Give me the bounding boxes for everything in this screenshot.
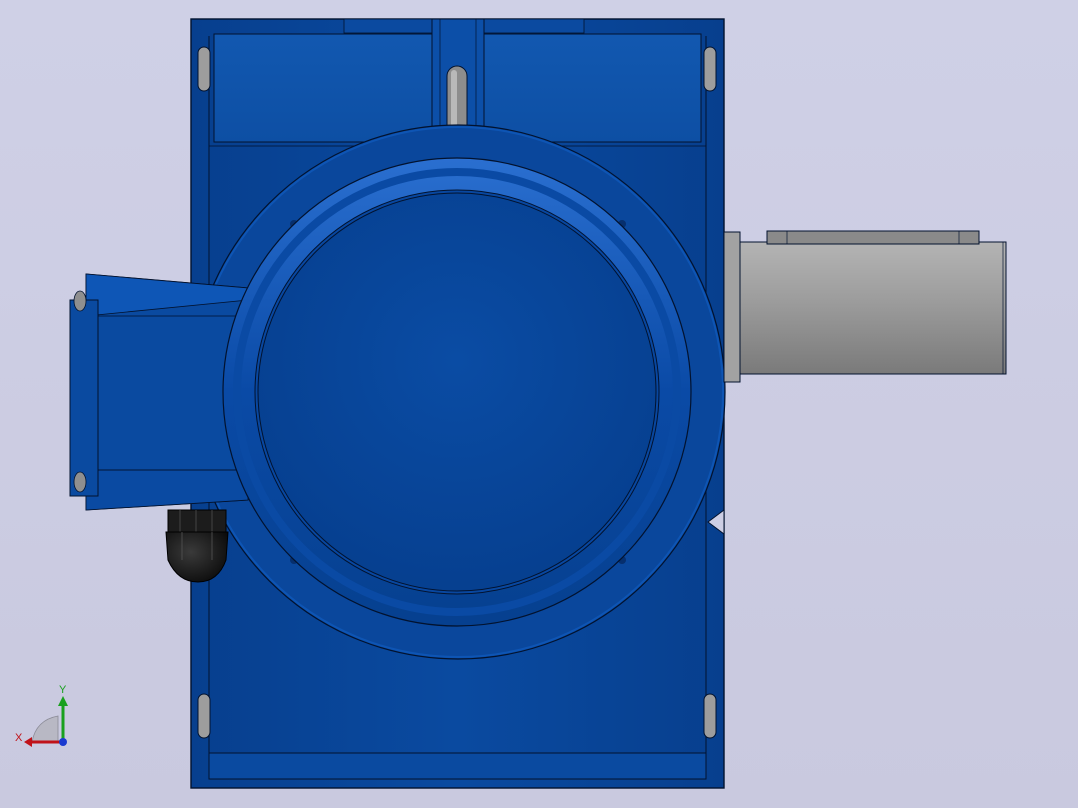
y-axis-label: Y [59, 684, 67, 696]
cad-3d-viewport[interactable]: X Y [0, 0, 1078, 808]
x-axis-label: X [15, 732, 23, 744]
cable-gland[interactable] [165, 509, 229, 583]
output-shaft[interactable] [723, 230, 1007, 383]
round-gear-cover[interactable] [222, 157, 692, 627]
motor-side-housing[interactable] [69, 273, 249, 511]
gearbox-model[interactable] [0, 0, 1078, 808]
orientation-triad: X Y [10, 684, 74, 754]
